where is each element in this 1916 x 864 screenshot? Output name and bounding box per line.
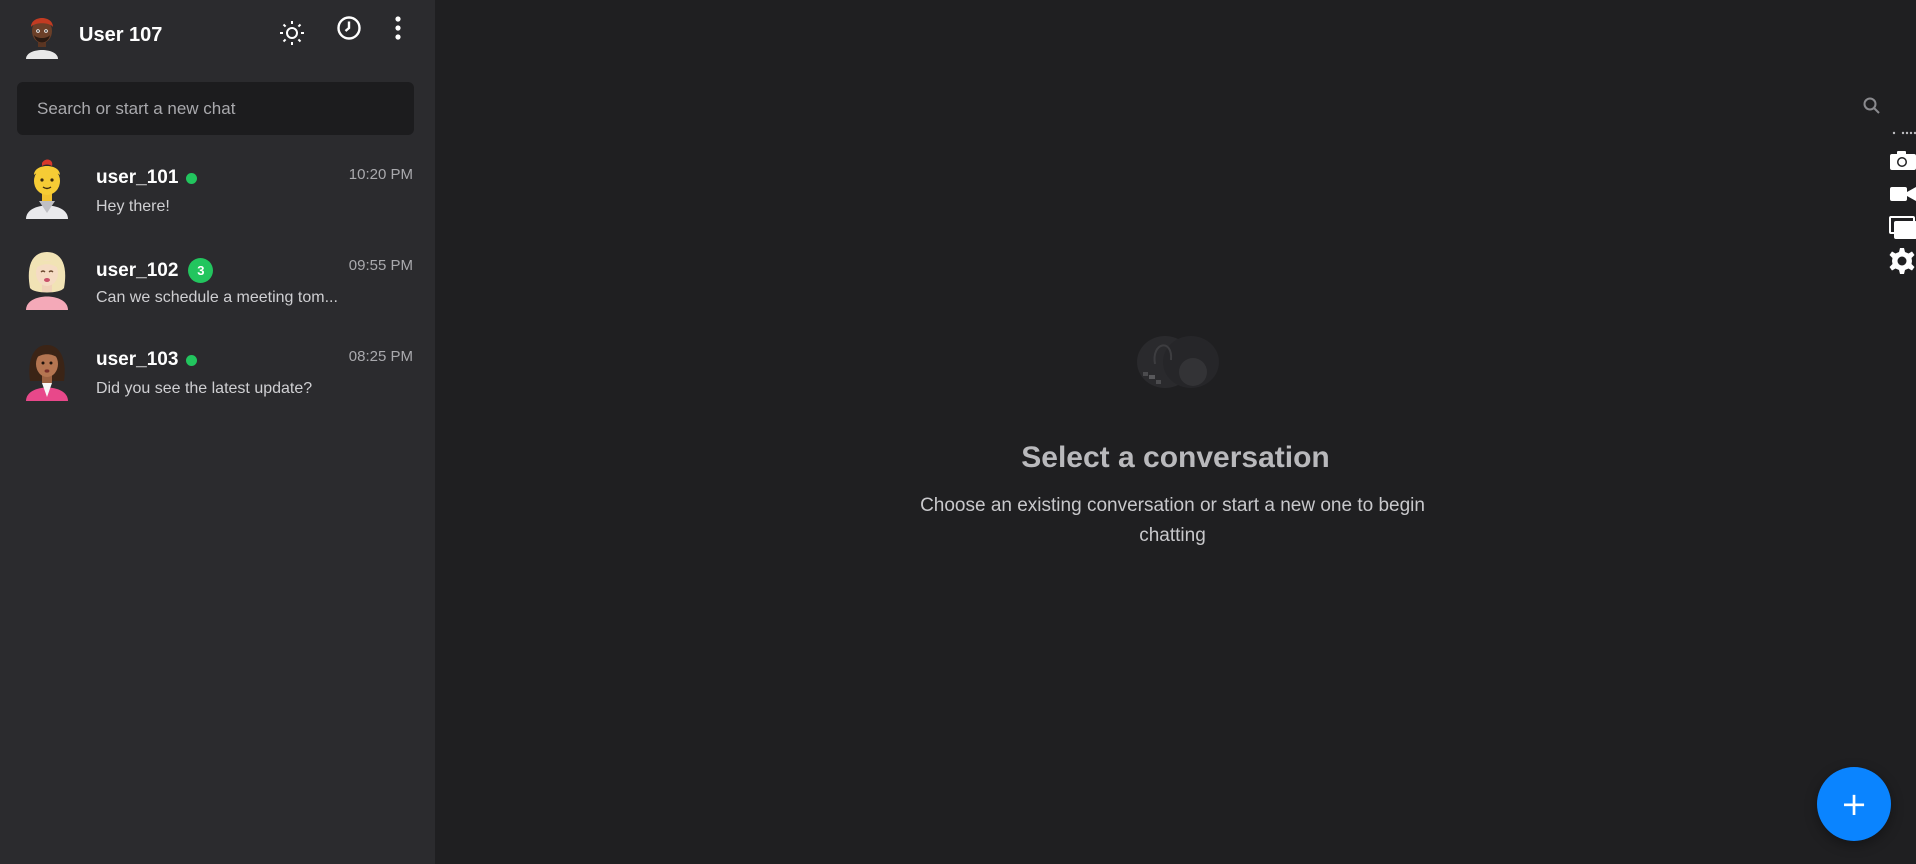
chat-name: user_102 bbox=[96, 259, 179, 281]
settings-icon[interactable] bbox=[1888, 246, 1916, 276]
chat-name-row: user_101 bbox=[96, 167, 198, 189]
chat-time: 08:25 PM bbox=[348, 348, 413, 365]
kebab-menu-icon[interactable] bbox=[383, 13, 413, 43]
chat-list: user_101 10:20 PM Hey there! user_102 3 … bbox=[0, 145, 435, 418]
unread-badge: 3 bbox=[188, 258, 214, 283]
chat-name: user_101 bbox=[96, 167, 179, 188]
online-status-dot bbox=[186, 172, 198, 184]
camera-icon[interactable] bbox=[1888, 146, 1916, 174]
online-status-dot bbox=[186, 354, 198, 366]
chat-preview: Hey there! bbox=[96, 198, 170, 215]
clock-icon[interactable] bbox=[334, 13, 364, 43]
sidebar-header: User 107 bbox=[0, 0, 435, 72]
user-avatar[interactable] bbox=[22, 13, 62, 59]
more-dots-icon[interactable] bbox=[1890, 128, 1916, 138]
conversation-panel: Select a conversation Choose an existing… bbox=[435, 0, 1916, 864]
sun-icon[interactable] bbox=[277, 18, 307, 48]
chat-name: user_103 bbox=[96, 349, 179, 370]
empty-state-subtitle: Choose an existing conversation or start… bbox=[920, 495, 1425, 546]
search-box bbox=[17, 82, 414, 135]
user-name: User 107 bbox=[79, 24, 163, 46]
search-icon[interactable] bbox=[1860, 94, 1884, 118]
chat-app: User 107 Search or start a new chat user… bbox=[0, 0, 1916, 864]
chat-time: 10:20 PM bbox=[348, 166, 413, 183]
empty-state-title: Select a conversation bbox=[1021, 441, 1330, 474]
chat-bubbles-illustration bbox=[1135, 332, 1225, 394]
video-icon[interactable] bbox=[1888, 181, 1916, 207]
avatar bbox=[22, 248, 72, 310]
chat-time: 09:55 PM bbox=[348, 257, 413, 274]
chat-preview: Can we schedule a meeting tom... bbox=[96, 289, 338, 306]
chat-item-user-101[interactable]: user_101 10:20 PM Hey there! bbox=[0, 145, 435, 236]
avatar bbox=[22, 157, 72, 219]
chat-name-row: user_103 bbox=[96, 349, 198, 371]
chat-item-user-102[interactable]: user_102 3 09:55 PM Can we schedule a me… bbox=[0, 236, 435, 327]
chat-name-row: user_102 3 bbox=[96, 258, 214, 283]
new-chat-button[interactable]: + bbox=[1817, 767, 1891, 841]
search-input[interactable] bbox=[17, 82, 414, 135]
chat-item-user-103[interactable]: user_103 08:25 PM Did you see the latest… bbox=[0, 327, 435, 418]
screen-share-icon[interactable] bbox=[1888, 213, 1916, 241]
avatar bbox=[22, 339, 72, 401]
plus-icon: + bbox=[1840, 785, 1868, 823]
sidebar: User 107 Search or start a new chat user… bbox=[0, 0, 435, 864]
chat-preview: Did you see the latest update? bbox=[96, 380, 313, 397]
